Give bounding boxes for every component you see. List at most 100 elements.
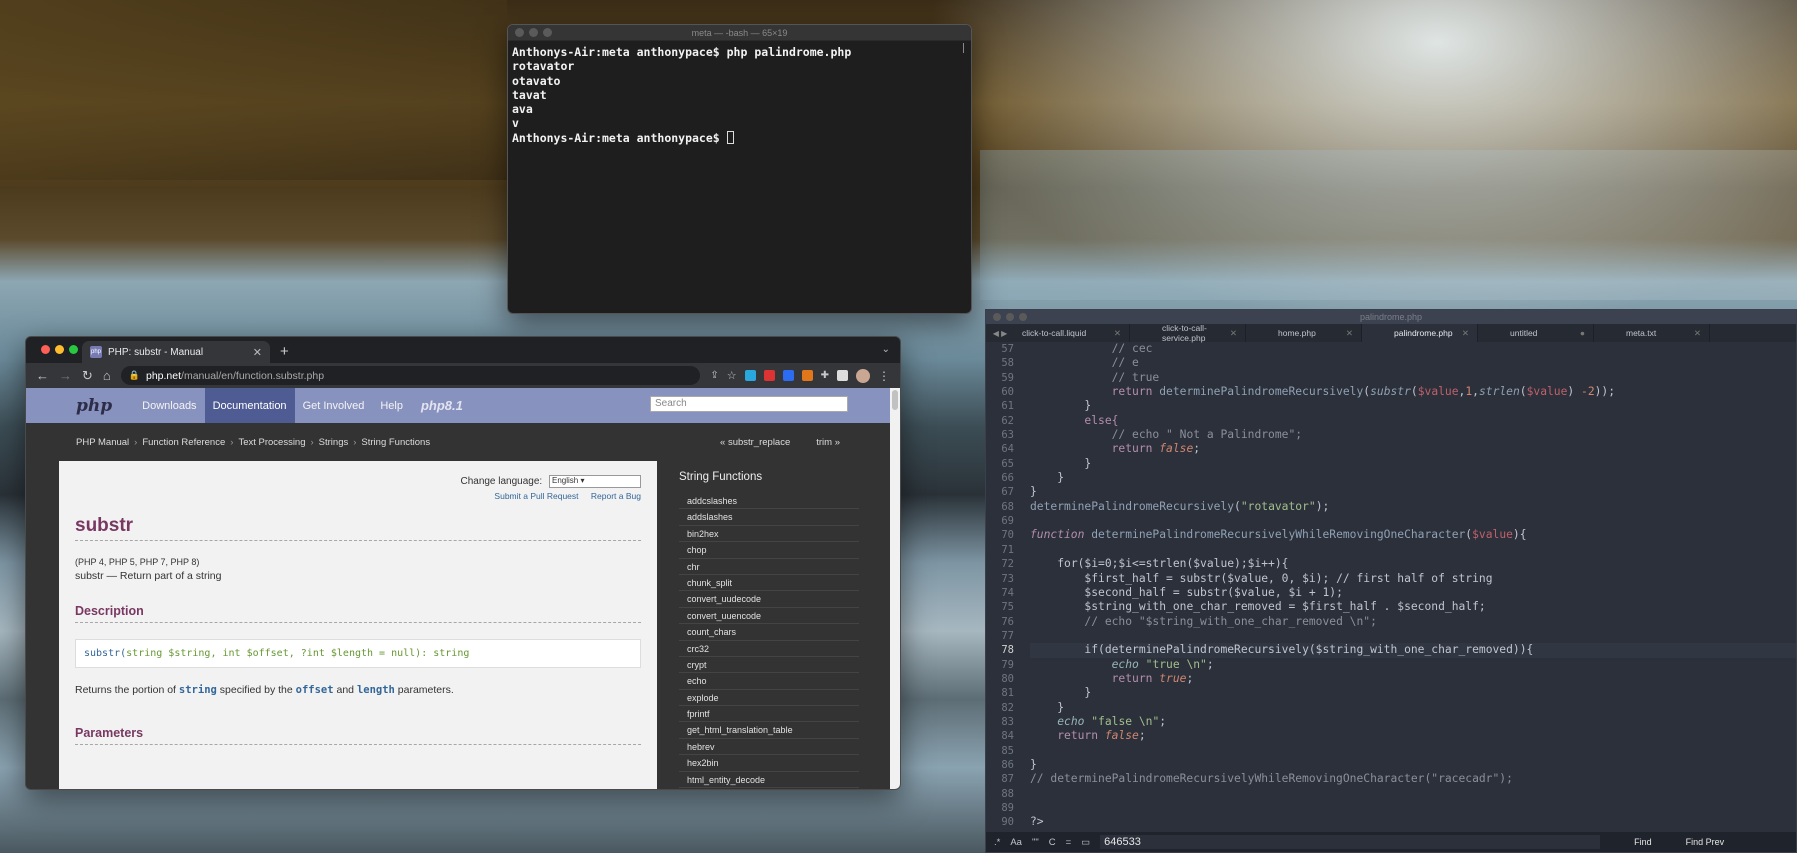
- nav-get-involved[interactable]: Get Involved: [295, 388, 373, 423]
- prev-link[interactable]: « substr_replace: [720, 437, 790, 448]
- page-title: substr: [75, 515, 641, 541]
- sidebar-function-link[interactable]: addcslashes: [679, 493, 859, 510]
- next-link[interactable]: trim »: [816, 437, 840, 448]
- browser-window-controls: [34, 345, 78, 354]
- sidebar-function-link[interactable]: fprintf: [679, 706, 859, 723]
- sidebar-function-link[interactable]: hebrev: [679, 739, 859, 756]
- breadcrumb: PHP Manual › Function Reference › Text Pro…: [76, 436, 840, 448]
- whole-word-toggle[interactable]: "": [1032, 837, 1039, 848]
- sidebar-function-link[interactable]: bin2hex: [679, 526, 859, 543]
- sidebar-function-link[interactable]: explode: [679, 690, 859, 707]
- sidebar-function-link[interactable]: htmlentities: [679, 788, 859, 789]
- php-version-badge[interactable]: php8.1: [421, 398, 463, 413]
- nav-downloads[interactable]: Downloads: [134, 388, 204, 423]
- reload-icon[interactable]: ↻: [82, 368, 93, 384]
- metamask-icon[interactable]: [801, 370, 813, 381]
- find-bar: .* Aa "" C = ▭ 646533 Find Find Prev: [986, 832, 1796, 852]
- sidebar-function-link[interactable]: hex2bin: [679, 755, 859, 772]
- terminal-output[interactable]: Anthonys-Air:meta anthonypace$ php palin…: [508, 41, 971, 149]
- terminal-line: rotavator: [512, 59, 575, 74]
- web-page[interactable]: php Downloads Documentation Get Involved…: [26, 388, 890, 789]
- menu-kebab-icon[interactable]: ⋮: [878, 369, 890, 383]
- close-tab-icon: ✕: [1113, 327, 1121, 338]
- address-bar[interactable]: 🔒 php.net/manual/en/function.substr.php: [120, 366, 701, 385]
- wrap-toggle[interactable]: C: [1049, 837, 1056, 848]
- sidebar-function-link[interactable]: echo: [679, 673, 859, 690]
- tab-search-icon[interactable]: ⌄: [882, 344, 890, 355]
- current-line: 78 if(determinePalindromeRecursively($st…: [1001, 643, 1796, 658]
- find-prev-button[interactable]: Find Prev: [1686, 837, 1725, 847]
- editor-tab[interactable]: home.php ✕: [1246, 324, 1362, 342]
- breadcrumb-item[interactable]: PHP Manual: [76, 437, 129, 448]
- sidebar-function-link[interactable]: crypt: [679, 657, 859, 674]
- highlight-toggle[interactable]: ▭: [1081, 837, 1090, 848]
- find-input[interactable]: 646533: [1100, 835, 1601, 849]
- sidebar-function-link[interactable]: chunk_split: [679, 575, 859, 592]
- breadcrumb-item[interactable]: Function Reference: [142, 437, 225, 448]
- browser-tab[interactable]: php PHP: substr - Manual ✕: [82, 341, 270, 363]
- share-icon[interactable]: ⇪: [710, 370, 718, 381]
- case-toggle[interactable]: Aa: [1010, 837, 1022, 848]
- in-selection-toggle[interactable]: =: [1066, 837, 1072, 848]
- sidebar-title: String Functions: [679, 471, 763, 483]
- editor-tab-active[interactable]: palindrome.php ✕: [1362, 324, 1478, 342]
- terminal-titlebar[interactable]: meta — -bash — 65×19: [508, 25, 971, 41]
- sidebar-function-link[interactable]: convert_uuencode: [679, 608, 859, 625]
- tab-nav-arrows-icon[interactable]: ◀ ▶: [986, 329, 1014, 338]
- code-editor[interactable]: 57 // cec 58 // e 59 // true 60 return d…: [1001, 342, 1796, 832]
- terminal-scrollbar[interactable]: [963, 43, 969, 53]
- terminal-line: ava: [512, 102, 533, 117]
- close-button[interactable]: [41, 345, 50, 354]
- sidebar-function-link[interactable]: get_html_translation_table: [679, 722, 859, 739]
- language-select[interactable]: English ▾: [549, 475, 641, 488]
- minimize-button[interactable]: [55, 345, 64, 354]
- browser-tab-strip: php PHP: substr - Manual ✕ + ⌄: [26, 337, 900, 363]
- terminal-prompt: Anthonys-Air:meta anthonypace$: [512, 130, 727, 145]
- search-input[interactable]: Search: [650, 396, 848, 412]
- puzzle-icon[interactable]: ✚: [821, 370, 829, 381]
- forward-icon[interactable]: →: [59, 368, 72, 383]
- url-path: /manual/en/function.substr.php: [181, 369, 325, 382]
- nav-documentation[interactable]: Documentation: [204, 388, 295, 423]
- find-button[interactable]: Find: [1634, 837, 1652, 847]
- editor-titlebar[interactable]: palindrome.php: [986, 310, 1796, 324]
- report-bug-link[interactable]: Report a Bug: [591, 491, 641, 501]
- editor-tab[interactable]: click-to-call-service.php ✕: [1130, 323, 1246, 343]
- regex-toggle[interactable]: .*: [994, 837, 1000, 848]
- sidepanel-icon[interactable]: [837, 370, 848, 381]
- editor-tab[interactable]: click-to-call.liquid ✕: [1014, 324, 1130, 342]
- extension-icon[interactable]: [763, 370, 775, 381]
- page-scrollbar[interactable]: [890, 388, 900, 789]
- new-tab-button[interactable]: +: [280, 343, 289, 360]
- close-tab-icon[interactable]: ✕: [253, 346, 262, 359]
- sidebar-function-link[interactable]: html_entity_decode: [679, 772, 859, 789]
- avatar[interactable]: [856, 368, 870, 383]
- description-heading: Description: [75, 604, 641, 623]
- close-tab-icon: ✕: [1345, 327, 1353, 338]
- breadcrumb-item[interactable]: Text Processing: [238, 437, 305, 448]
- extension-icon[interactable]: [744, 370, 756, 381]
- nav-help[interactable]: Help: [372, 388, 411, 423]
- php-logo[interactable]: php: [76, 396, 112, 416]
- sidebar-function-link[interactable]: count_chars: [679, 624, 859, 641]
- breadcrumb-item[interactable]: Strings: [319, 437, 349, 448]
- editor-tab[interactable]: untitled ●: [1478, 324, 1594, 342]
- sidebar-function-link[interactable]: crc32: [679, 641, 859, 657]
- ref-purpose: substr — Return part of a string: [75, 570, 222, 582]
- extension-icon[interactable]: [782, 370, 794, 381]
- bookmark-star-icon[interactable]: ☆: [727, 369, 737, 382]
- home-icon[interactable]: ⌂: [103, 368, 111, 383]
- breadcrumb-item[interactable]: String Functions: [361, 437, 430, 448]
- back-icon[interactable]: ←: [36, 368, 49, 383]
- submit-pull-request-link[interactable]: Submit a Pull Request: [494, 491, 578, 501]
- sidebar-function-link[interactable]: convert_uudecode: [679, 591, 859, 608]
- sidebar-function-link[interactable]: chop: [679, 542, 859, 559]
- terminal-window[interactable]: meta — -bash — 65×19 Anthonys-Air:meta a…: [507, 24, 972, 314]
- sidebar-function-link[interactable]: addslashes: [679, 509, 859, 526]
- editor-tab[interactable]: meta.txt ✕: [1594, 324, 1710, 342]
- php-versions: (PHP 4, PHP 5, PHP 7, PHP 8): [75, 557, 200, 567]
- sidebar-function-link[interactable]: chr: [679, 559, 859, 575]
- browser-window[interactable]: php PHP: substr - Manual ✕ + ⌄ ← → ↻ ⌂ 🔒…: [25, 336, 901, 790]
- zoom-button[interactable]: [69, 345, 78, 354]
- editor-window[interactable]: palindrome.php ◀ ▶ click-to-call.liquid ✕…: [985, 309, 1797, 853]
